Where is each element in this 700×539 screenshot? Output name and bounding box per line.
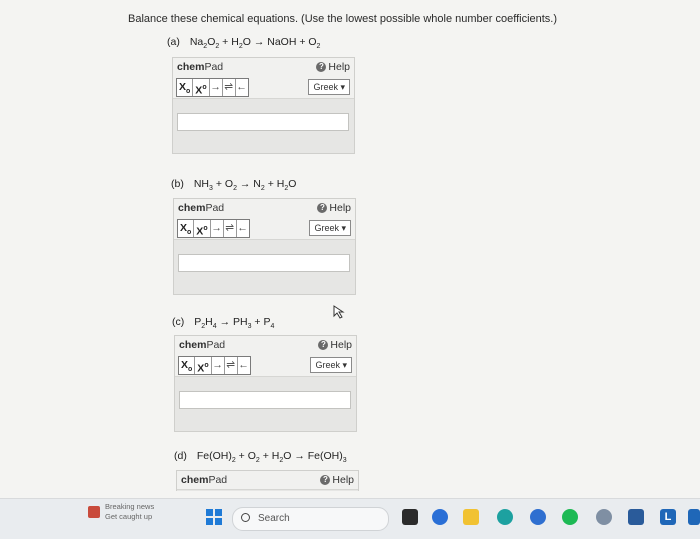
chempad-title: chemPad xyxy=(181,474,228,486)
spotify-icon[interactable] xyxy=(562,509,578,525)
subscript-button[interactable]: Xo xyxy=(178,220,195,237)
edge-browser-icon[interactable] xyxy=(497,509,513,525)
chempad-toolbar: Xo Xo → ⇌ ← Greek ▾ xyxy=(173,76,354,99)
task-view-icon[interactable] xyxy=(402,509,418,525)
browser-page: Balance these chemical equations. (Use t… xyxy=(0,0,700,498)
instructions: Balance these chemical equations. (Use t… xyxy=(128,13,558,25)
news-widget-icon[interactable] xyxy=(88,506,100,518)
answer-input[interactable] xyxy=(178,254,350,272)
mouse-cursor-icon xyxy=(333,305,345,319)
reaction-arrow-button[interactable]: → xyxy=(210,79,223,96)
superscript-button[interactable]: Xo xyxy=(195,357,212,375)
part-label: (b) xyxy=(171,178,184,190)
reaction-arrow-button[interactable]: → xyxy=(211,220,224,237)
search-icon xyxy=(241,513,250,522)
chempad-title: chemPad xyxy=(177,61,224,73)
greek-dropdown[interactable]: Greek ▾ xyxy=(308,79,350,95)
app-icon[interactable] xyxy=(530,509,546,525)
chempad-header: chemPad ? Help xyxy=(173,58,354,77)
chempad-header: chemPad ? Help xyxy=(174,199,355,218)
windows-start-icon[interactable] xyxy=(206,509,222,525)
backspace-button[interactable]: ← xyxy=(237,220,249,237)
chat-icon[interactable] xyxy=(432,509,448,525)
file-explorer-icon[interactable] xyxy=(463,509,479,525)
equation-d: (d) Fe(OH)2 + O2 + H2O → Fe(OH)3 xyxy=(174,450,347,464)
taskbar-search[interactable]: Search xyxy=(232,507,389,531)
chempad-title: chemPad xyxy=(178,202,225,214)
subscript-button[interactable]: Xo xyxy=(179,357,196,374)
taskbar: Breaking news Get caught up Search L xyxy=(0,498,700,539)
help-button[interactable]: ? Help xyxy=(318,339,352,351)
equation: Na2O2 + H2O → NaOH + O2 xyxy=(189,36,321,51)
equation-b: (b) NH3 + O2 → N2 + H2O xyxy=(171,178,296,192)
app-l-icon[interactable]: L xyxy=(660,509,676,525)
subscript-button[interactable]: Xo xyxy=(177,79,194,96)
help-icon: ? xyxy=(317,203,328,213)
part-label: (c) xyxy=(172,316,185,328)
equilibrium-arrow-button[interactable]: ⇌ xyxy=(225,357,238,374)
equation: Fe(OH)2 + O2 + H2O → Fe(OH)3 xyxy=(196,450,347,465)
answer-input[interactable] xyxy=(177,113,349,131)
chempad-toolbar: Xo Xo → ⇌ ← Greek ▾ xyxy=(175,354,356,377)
help-icon: ? xyxy=(318,340,329,350)
help-icon: ? xyxy=(320,475,331,485)
help-button[interactable]: ? Help xyxy=(320,474,354,486)
store-icon[interactable] xyxy=(628,509,644,525)
help-button[interactable]: ? Help xyxy=(317,202,351,214)
backspace-button[interactable]: ← xyxy=(236,79,248,96)
settings-gear-icon[interactable] xyxy=(596,509,612,525)
chempad-header: chemPad ? Help xyxy=(177,471,358,490)
greek-dropdown[interactable]: Greek ▾ xyxy=(309,220,351,236)
help-button[interactable]: ? Help xyxy=(316,61,350,73)
chempad-toolbar: Xo Xo → ⇌ ← Greek ▾ xyxy=(174,217,355,240)
chempad-header: chemPad ? Help xyxy=(175,336,356,355)
equation-a: (a) Na2O2 + H2O → NaOH + O2 xyxy=(167,36,320,50)
equation-c: (c) P2H4 → PH3 + P4 xyxy=(172,316,274,330)
chempad-title: chemPad xyxy=(179,339,226,351)
equilibrium-arrow-button[interactable]: ⇌ xyxy=(224,220,237,237)
chempad-b: chemPad ? Help Xo Xo → ⇌ ← Greek ▾ xyxy=(173,198,356,295)
reaction-arrow-button[interactable]: → xyxy=(212,357,225,374)
greek-dropdown[interactable]: Greek ▾ xyxy=(310,357,352,373)
chempad-a: chemPad ? Help Xo Xo → ⇌ ← Greek ▾ xyxy=(172,57,355,154)
superscript-button[interactable]: Xo xyxy=(194,220,211,238)
part-label: (a) xyxy=(167,36,180,48)
part-label: (d) xyxy=(174,450,187,462)
equation: NH3 + O2 → N2 + H2O xyxy=(193,178,297,193)
news-widget[interactable]: Breaking news Get caught up xyxy=(105,502,154,522)
app-partial-icon[interactable] xyxy=(688,509,700,525)
superscript-button[interactable]: Xo xyxy=(193,79,210,97)
equilibrium-arrow-button[interactable]: ⇌ xyxy=(223,79,236,96)
backspace-button[interactable]: ← xyxy=(238,357,250,374)
answer-input[interactable] xyxy=(179,391,351,409)
help-icon: ? xyxy=(316,62,327,72)
chempad-d: chemPad ? Help xyxy=(176,470,359,491)
chempad-c: chemPad ? Help Xo Xo → ⇌ ← Greek ▾ xyxy=(174,335,357,432)
equation: P2H4 → PH3 + P4 xyxy=(194,316,275,331)
